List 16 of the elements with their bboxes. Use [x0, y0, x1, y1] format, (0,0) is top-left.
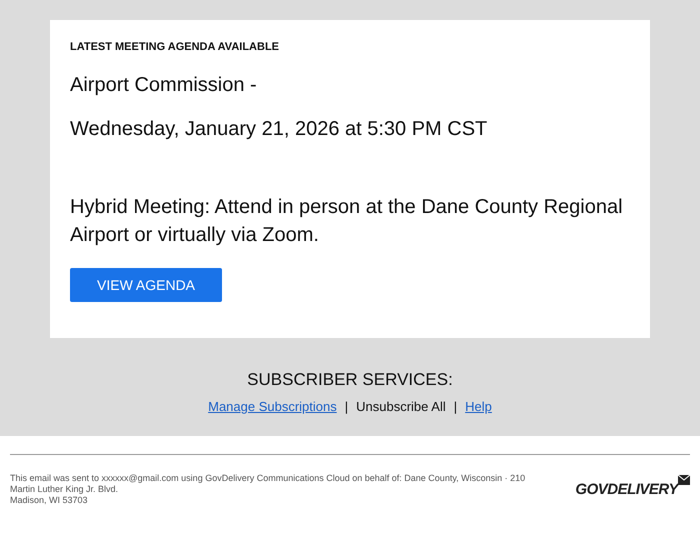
- logo-text: GOVDELIVERY: [575, 481, 678, 498]
- link[interactable]: Help: [465, 399, 492, 414]
- eyebrow-label: LATEST MEETING AGENDA AVAILABLE: [70, 41, 280, 53]
- view-agenda-button[interactable]: VIEW AGENDA: [70, 268, 222, 302]
- footer-text: Madison, WI 53703: [10, 495, 89, 506]
- separator: |: [344, 399, 348, 414]
- envelope-icon: [678, 475, 690, 485]
- meeting-datetime: Wednesday, January 21, 2026 at 5:30 PM CST: [70, 118, 488, 141]
- footer-text: This email was sent to xxxxxx@gmail.com using GovDelivery Communications Cloud on behalf of: Dane County, Wisconsin · 210: [10, 473, 526, 484]
- meeting-description: Hybrid Meeting: Attend in person at the Dane County Regional Airport or virtually via Zoom.: [70, 195, 624, 248]
- footer-text: Martin Luther King Jr. Blvd.: [10, 484, 120, 495]
- separator: |: [454, 399, 458, 414]
- link[interactable]: Manage Subscriptions: [208, 399, 337, 414]
- section-heading: SUBSCRIBER SERVICES:: [247, 370, 453, 390]
- unsubscribe-text: Unsubscribe All: [356, 399, 446, 414]
- meeting-title: Airport Commission -: [70, 74, 258, 97]
